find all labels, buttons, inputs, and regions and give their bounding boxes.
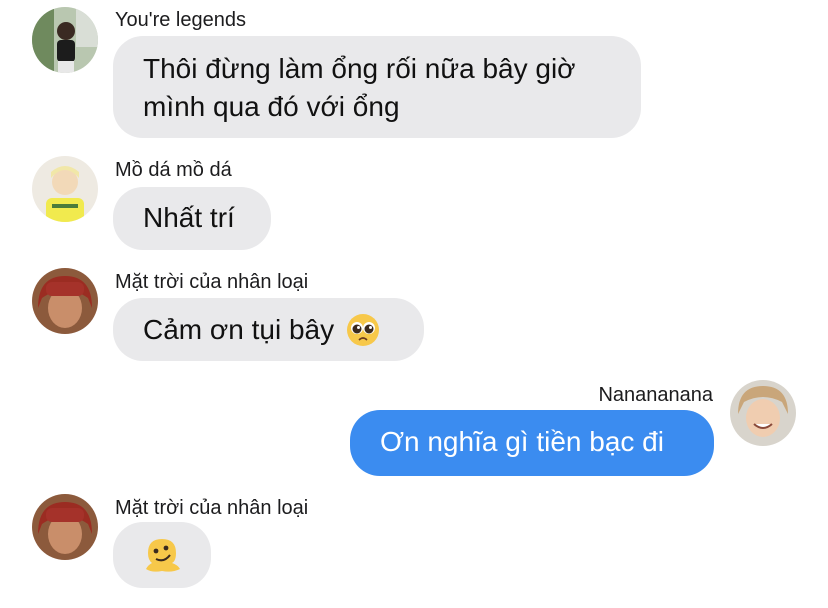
sender-name: Mặt trời của nhân loại <box>115 497 309 519</box>
melting-face-emoji <box>142 535 182 575</box>
message-text: Nhất trí <box>143 202 235 233</box>
sender-name: Mặt trời của nhân loại <box>115 271 309 293</box>
sender-name: You're legends <box>115 9 246 31</box>
sender-avatar[interactable] <box>32 156 98 222</box>
message-bubble[interactable]: Nhất trí <box>113 187 271 250</box>
message-text: Cảm ơn tụi bây <box>143 313 335 345</box>
message-bubble[interactable]: Thôi đừng làm ổng rối nữa bây giờ mình q… <box>113 36 641 138</box>
pleading-face-emoji <box>346 313 380 347</box>
message-bubble[interactable] <box>113 522 211 588</box>
sender-name: Nanananana <box>598 384 713 406</box>
sender-avatar[interactable] <box>32 268 98 334</box>
message-bubble[interactable]: Ơn nghĩa gì tiền bạc đi <box>350 410 714 476</box>
message-text: Ơn nghĩa gì tiền bạc đi <box>380 426 664 457</box>
sender-name: Mồ dá mồ dá <box>115 159 232 181</box>
sender-avatar[interactable] <box>730 380 796 446</box>
message-text: Thôi đừng làm ổng rối nữa bây giờ mình q… <box>143 53 576 122</box>
message-bubble[interactable]: Cảm ơn tụi bây <box>113 298 424 361</box>
sender-avatar[interactable] <box>32 7 98 73</box>
sender-avatar[interactable] <box>32 494 98 560</box>
